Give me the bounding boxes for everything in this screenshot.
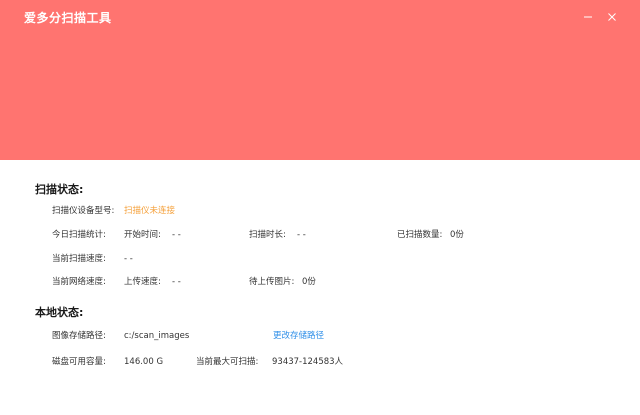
start-time-label: 开始时间: bbox=[124, 230, 161, 240]
app-window: 爱多分扫描工具 扫描状态: 扫描仪设备型号: 扫描仪未连接 今日扫描统计: 开始… bbox=[0, 0, 640, 415]
max-scan-value: 93437-124583人 bbox=[272, 357, 344, 367]
scan-speed-label: 当前扫描速度: bbox=[52, 254, 106, 264]
close-button[interactable] bbox=[601, 6, 623, 28]
disk-space-label: 磁盘可用容量: bbox=[52, 357, 106, 367]
scan-status-title: 扫描状态: bbox=[35, 183, 84, 196]
device-model-label: 扫描仪设备型号: bbox=[52, 206, 115, 216]
change-path-link[interactable]: 更改存储路径 bbox=[273, 330, 324, 342]
minimize-icon bbox=[584, 16, 592, 18]
local-status-title: 本地状态: bbox=[35, 306, 84, 319]
device-model-value: 扫描仪未连接 bbox=[124, 206, 176, 216]
disk-space-value: 146.00 G bbox=[124, 357, 164, 367]
today-stats-label: 今日扫描统计: bbox=[52, 230, 106, 240]
close-icon bbox=[608, 13, 616, 21]
pending-upload-value: 0份 bbox=[302, 277, 316, 287]
start-time-value: - - bbox=[172, 230, 181, 240]
status-panel: 扫描状态: 扫描仪设备型号: 扫描仪未连接 今日扫描统计: 开始时间: - - … bbox=[0, 160, 640, 415]
upload-speed-value: - - bbox=[172, 277, 181, 287]
pending-upload-label: 待上传图片: bbox=[249, 277, 295, 287]
scanned-count-value: 0份 bbox=[450, 230, 464, 240]
minimize-button[interactable] bbox=[577, 6, 599, 28]
storage-path-label: 图像存储路径: bbox=[52, 331, 106, 341]
network-speed-label: 当前网络速度: bbox=[52, 277, 106, 287]
duration-label: 扫描时长: bbox=[249, 230, 286, 240]
max-scan-label: 当前最大可扫描: bbox=[196, 357, 259, 367]
scanned-count-label: 已扫描数量: bbox=[397, 230, 443, 240]
app-title: 爱多分扫描工具 bbox=[24, 11, 112, 25]
duration-value: - - bbox=[297, 230, 306, 240]
upload-speed-label: 上传速度: bbox=[124, 277, 161, 287]
header-banner: 爱多分扫描工具 bbox=[0, 0, 640, 160]
scan-speed-value: - - bbox=[124, 254, 133, 264]
storage-path-value: c:/scan_images bbox=[124, 331, 190, 341]
